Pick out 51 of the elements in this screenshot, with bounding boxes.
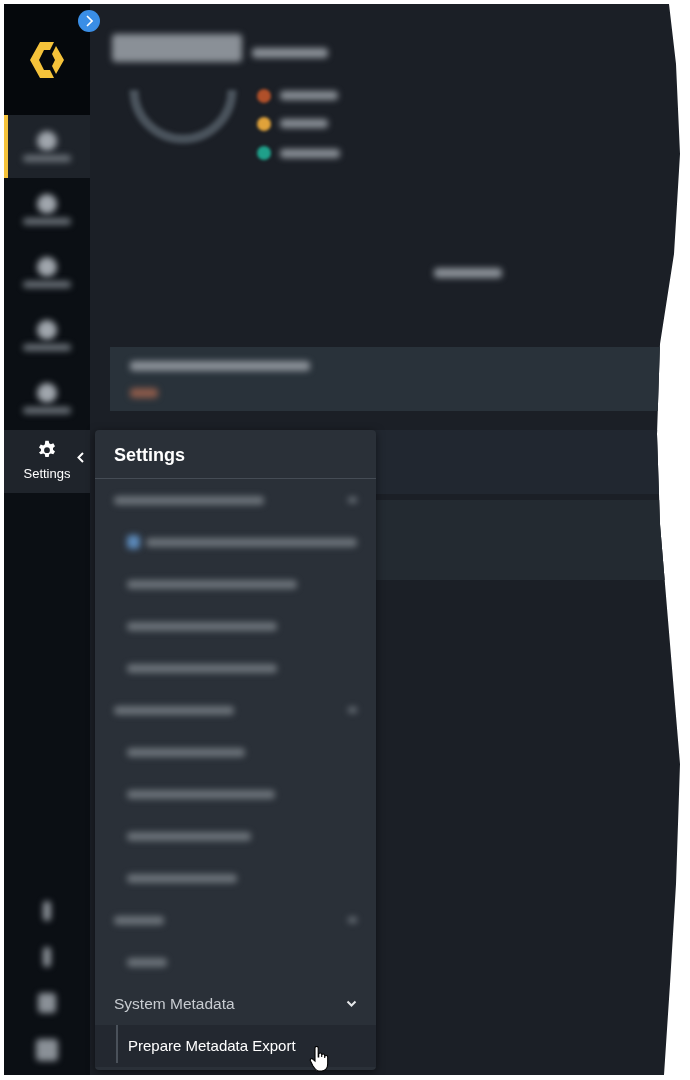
blurred-chevron [348, 917, 357, 923]
sidebar-item[interactable]: Settings [4, 430, 90, 493]
blurred-label [23, 344, 71, 351]
blurred-menu-item[interactable] [127, 747, 245, 757]
menu-item[interactable]: Prepare Metadata Export [95, 1025, 376, 1067]
blurred-section-label[interactable] [114, 705, 234, 715]
caret-icon [77, 452, 84, 463]
blurred-chevron [348, 707, 357, 713]
blurred-menu-item[interactable] [127, 621, 277, 631]
blurred-label [23, 155, 71, 162]
hand-cursor-icon [309, 1046, 329, 1072]
sidebar-item[interactable] [4, 115, 90, 178]
blurred-legend-label [280, 91, 338, 100]
blurred-legend-label [280, 119, 328, 128]
legend-dot [256, 88, 272, 104]
chevron-down-icon[interactable] [346, 1000, 357, 1008]
logo-icon [29, 39, 65, 80]
chevron-right-icon [85, 15, 93, 27]
blurred-icon [37, 131, 57, 151]
section-header[interactable]: System Metadata [114, 992, 235, 1016]
blurred-icon[interactable] [38, 993, 56, 1013]
blurred-no-data [434, 268, 502, 278]
blurred-icon [37, 257, 57, 277]
blurred-icon[interactable] [43, 947, 51, 967]
blurred-menu-item[interactable] [127, 579, 297, 589]
blurred-menu-item[interactable] [127, 957, 167, 967]
blurred-icon[interactable] [43, 901, 51, 921]
expand-button[interactable] [78, 10, 100, 32]
menu-title: Settings [95, 430, 376, 479]
blurred-chevron [348, 497, 357, 503]
blurred-icon[interactable] [36, 1039, 58, 1061]
blurred-legend-label [280, 149, 340, 158]
blurred-menu-item[interactable] [127, 831, 251, 841]
blurred-menu-item[interactable] [127, 663, 277, 673]
blurred-icon [37, 383, 57, 403]
blurred-menu-item[interactable] [127, 789, 275, 799]
blurred-icon [37, 320, 57, 340]
blurred-label [23, 281, 71, 288]
blurred-icon [37, 194, 57, 214]
legend-dot [256, 116, 272, 132]
blurred-icon [127, 535, 141, 549]
settings-icon [37, 439, 57, 460]
blurred-section-label[interactable] [114, 915, 164, 925]
sidebar-label: Settings [23, 464, 71, 483]
blurred-label [23, 407, 71, 414]
blurred-menu-item[interactable] [146, 537, 357, 547]
legend-dot [256, 145, 272, 161]
blurred-section-label[interactable] [114, 495, 264, 505]
blurred-menu-item[interactable] [127, 873, 237, 883]
blurred-label [23, 218, 71, 225]
blurred-tag [130, 388, 158, 398]
